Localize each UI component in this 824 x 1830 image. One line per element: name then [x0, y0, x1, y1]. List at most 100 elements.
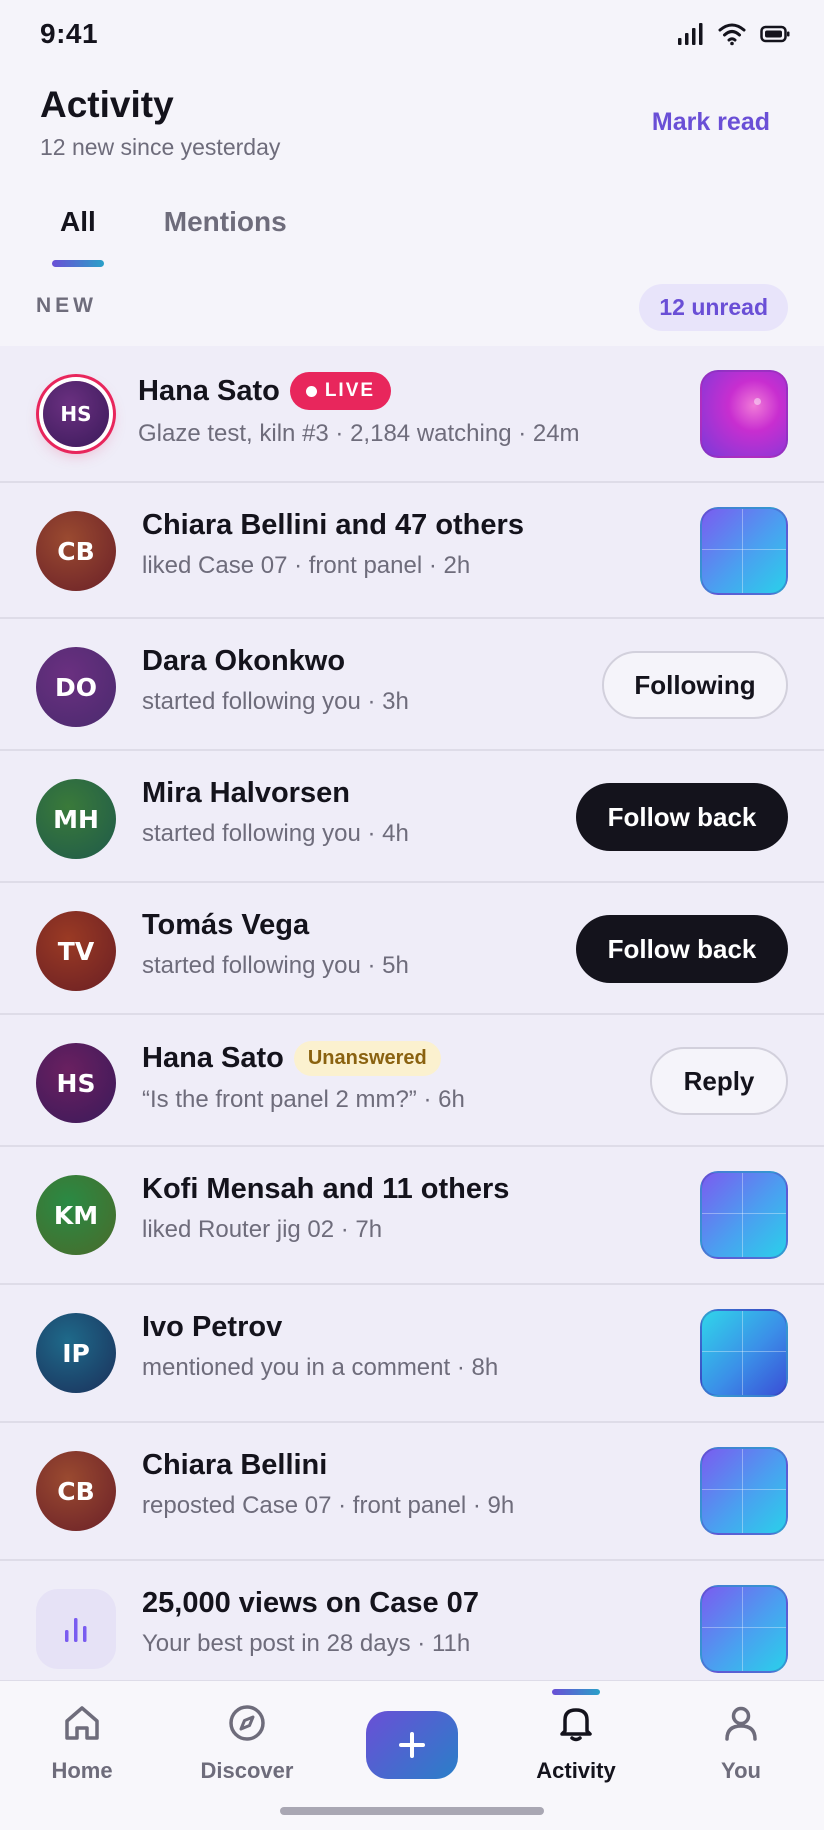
- item-subtitle: Your best post in 28 days · 11h: [142, 1630, 471, 1657]
- list-item-text: Hana Sato LIVE Glaze test, kiln #3 · 2,1…: [138, 372, 634, 448]
- list-item[interactable]: IP Ivo Petrov mentioned you in a comment…: [0, 1285, 824, 1423]
- avatar[interactable]: HS: [43, 381, 109, 447]
- list-item[interactable]: KM Kofi Mensah and 11 others liked Route…: [0, 1147, 824, 1285]
- follow-back-button[interactable]: Follow back: [576, 915, 788, 983]
- battery-icon: [760, 25, 790, 43]
- item-subtitle: mentioned you in a comment · 8h: [142, 1354, 499, 1381]
- avatar[interactable]: KM: [36, 1175, 116, 1255]
- thumbnail-grid-line: [702, 1489, 786, 1491]
- item-subtitle: liked Case 07 · front panel · 2h: [142, 552, 471, 579]
- section-header: NEW 12 unread: [36, 282, 788, 331]
- avatar[interactable]: CB: [36, 1451, 116, 1531]
- avatar[interactable]: IP: [36, 1313, 116, 1393]
- bell-icon: [560, 1708, 592, 1742]
- item-subtitle: started following you · 4h: [142, 820, 409, 847]
- person-icon: [725, 1706, 757, 1741]
- status-bar: 9:41: [0, 0, 824, 70]
- item-name: Tomás Vega: [142, 909, 310, 941]
- follow-back-button[interactable]: Follow back: [576, 783, 788, 851]
- list-item-milestone[interactable]: 25,000 views on Case 07 Your best post i…: [0, 1561, 824, 1699]
- post-thumbnail[interactable]: [700, 370, 788, 458]
- plus-icon: [399, 1732, 425, 1758]
- bottom-nav: Home Discover Activity You: [0, 1680, 824, 1830]
- avatar[interactable]: HS: [36, 1043, 116, 1123]
- item-name: 25,000 views on Case 07: [142, 1587, 479, 1619]
- page-header: Activity 12 new since yesterday Mark rea…: [40, 84, 784, 174]
- live-dot-icon: [305, 385, 317, 397]
- post-thumbnail[interactable]: [700, 1171, 788, 1259]
- bar-chart-glyph: [65, 1618, 87, 1642]
- home-indicator: [280, 1807, 544, 1815]
- home-icon: [65, 1706, 99, 1740]
- tab-mentions[interactable]: Mentions: [144, 198, 307, 270]
- thumbnail-grid-line: [742, 1311, 744, 1395]
- list-item-text: Ivo Petrov mentioned you in a comment · …: [142, 1311, 634, 1382]
- list-item[interactable]: MH Mira Halvorsen started following you …: [0, 751, 824, 883]
- item-name: Dara Okonkwo: [142, 645, 346, 677]
- item-name: Ivo Petrov: [142, 1311, 283, 1343]
- wifi-icon: [718, 23, 746, 46]
- thumbnail-grid-line: [702, 549, 786, 551]
- activity-list: HS Hana Sato LIVE Glaze test, kiln #3 · …: [0, 346, 824, 1699]
- post-thumbnail[interactable]: [700, 507, 788, 595]
- item-name: Chiara Bellini and 47 others: [142, 509, 524, 541]
- thumbnail-grid-line: [702, 1627, 786, 1629]
- list-item[interactable]: CB Chiara Bellini and 47 others liked Ca…: [0, 483, 824, 619]
- nav-activity[interactable]: Activity: [511, 1689, 641, 1784]
- list-item[interactable]: TV Tomás Vega started following you · 5h…: [0, 883, 824, 1015]
- nav-discover-label: Discover: [200, 1758, 294, 1783]
- page-title: Activity: [40, 84, 174, 125]
- signal-icon: [678, 23, 703, 45]
- section-label: NEW: [36, 294, 97, 317]
- item-subtitle: started following you · 5h: [142, 952, 409, 979]
- avatar[interactable]: TV: [36, 911, 116, 991]
- avatar[interactable]: CB: [36, 511, 116, 591]
- nav-active-indicator: [552, 1689, 600, 1695]
- list-item-text: Hana Sato Unanswered “Is the front panel…: [142, 1041, 634, 1114]
- item-subtitle: started following you · 3h: [142, 688, 409, 715]
- avatar[interactable]: MH: [36, 779, 116, 859]
- item-subtitle: reposted Case 07 · front panel · 9h: [142, 1492, 515, 1519]
- list-item-text: Chiara Bellini reposted Case 07 · front …: [142, 1449, 634, 1520]
- item-name: Chiara Bellini: [142, 1449, 328, 1481]
- thumbnail-highlight: [754, 398, 761, 405]
- nav-home-label: Home: [51, 1758, 113, 1783]
- list-item[interactable]: HS Hana Sato Unanswered “Is the front pa…: [0, 1015, 824, 1147]
- nav-you[interactable]: You: [676, 1701, 806, 1784]
- reply-button[interactable]: Reply: [650, 1047, 788, 1115]
- thumbnail-grid-line: [742, 1173, 744, 1257]
- item-subtitle: “Is the front panel 2 mm?” · 6h: [142, 1086, 465, 1113]
- thumbnail-grid-line: [702, 1351, 786, 1353]
- create-button[interactable]: [366, 1711, 458, 1779]
- list-item-live[interactable]: HS Hana Sato LIVE Glaze test, kiln #3 · …: [0, 346, 824, 483]
- list-item-text: Chiara Bellini and 47 others liked Case …: [142, 509, 634, 580]
- thumbnail-grid-line: [702, 1213, 786, 1215]
- status-time: 9:41: [40, 18, 99, 49]
- item-name: Mira Halvorsen: [142, 777, 350, 809]
- thumbnail-grid-line: [742, 1449, 744, 1533]
- nav-discover[interactable]: Discover: [182, 1701, 312, 1784]
- following-button[interactable]: Following: [602, 651, 788, 719]
- nav-home[interactable]: Home: [17, 1701, 147, 1784]
- mark-read-button[interactable]: Mark read: [652, 108, 770, 137]
- post-thumbnail[interactable]: [700, 1309, 788, 1397]
- unanswered-badge: Unanswered: [293, 1041, 441, 1076]
- unread-count-badge: 12 unread: [639, 284, 788, 331]
- list-item[interactable]: CB Chiara Bellini reposted Case 07 · fro…: [0, 1423, 824, 1561]
- avatar[interactable]: DO: [36, 647, 116, 727]
- live-badge: LIVE: [289, 372, 392, 410]
- tab-all[interactable]: All: [40, 198, 116, 270]
- activity-screen: 9:41 Activity 12 new since yesterday Mar…: [0, 0, 824, 1830]
- item-name: Kofi Mensah and 11 others: [142, 1173, 510, 1205]
- compass-icon: [229, 1705, 265, 1741]
- thumbnail-grid-line: [742, 509, 744, 593]
- list-item-text: Kofi Mensah and 11 others liked Router j…: [142, 1173, 634, 1244]
- list-item[interactable]: DO Dara Okonkwo started following you · …: [0, 619, 824, 751]
- nav-you-label: You: [721, 1758, 761, 1783]
- post-thumbnail[interactable]: [700, 1585, 788, 1673]
- item-name: Hana Sato: [138, 374, 280, 407]
- item-name: Hana Sato: [142, 1042, 284, 1074]
- list-item-text: Mira Halvorsen started following you · 4…: [142, 777, 634, 848]
- status-icons: [676, 22, 790, 46]
- post-thumbnail[interactable]: [700, 1447, 788, 1535]
